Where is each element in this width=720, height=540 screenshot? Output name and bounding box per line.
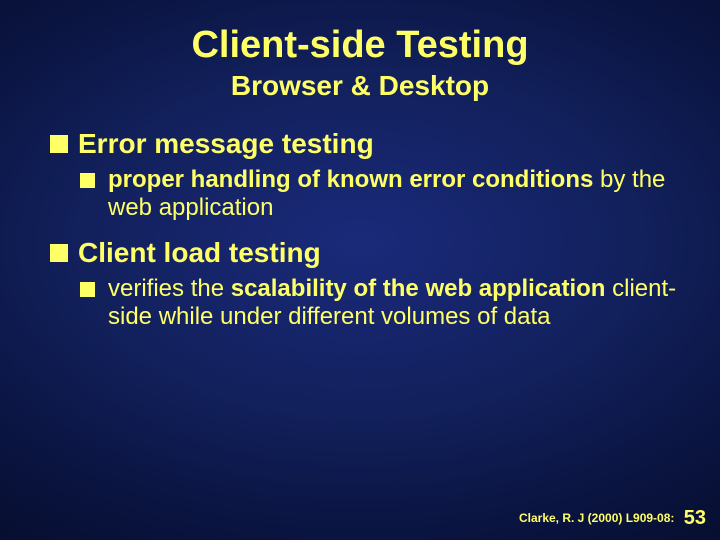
slide-title: Client-side Testing xyxy=(0,0,720,66)
slide-subtitle: Browser & Desktop xyxy=(0,70,720,102)
square-bullet-icon xyxy=(80,282,95,297)
bullet-l2-text: proper handling of known error condition… xyxy=(108,166,665,221)
footer-citation: Clarke, R. J (2000) L909-08: xyxy=(519,511,674,525)
slide: Client-side Testing Browser & Desktop Er… xyxy=(0,0,720,540)
page-number: 53 xyxy=(684,507,706,529)
slide-body: Error message testing proper handling of… xyxy=(0,128,720,332)
square-bullet-icon xyxy=(80,173,95,188)
square-bullet-icon xyxy=(50,244,68,262)
bold-span: proper handling of known error condition… xyxy=(108,166,593,193)
bullet-l1-text: Client load testing xyxy=(78,237,321,268)
bullet-l2: proper handling of known error condition… xyxy=(80,166,680,223)
slide-footer: Clarke, R. J (2000) L909-08: 53 xyxy=(519,507,706,530)
normal-span: verifies the xyxy=(108,275,231,302)
bold-span: scalability of the web application xyxy=(231,275,606,302)
square-bullet-icon xyxy=(50,135,68,153)
bullet-l2: verifies the scalability of the web appl… xyxy=(80,275,680,332)
bullet-l1: Client load testing xyxy=(50,237,680,269)
bullet-l1: Error message testing xyxy=(50,128,680,160)
bullet-l1-text: Error message testing xyxy=(78,128,374,159)
bullet-l2-text: verifies the scalability of the web appl… xyxy=(108,275,676,330)
